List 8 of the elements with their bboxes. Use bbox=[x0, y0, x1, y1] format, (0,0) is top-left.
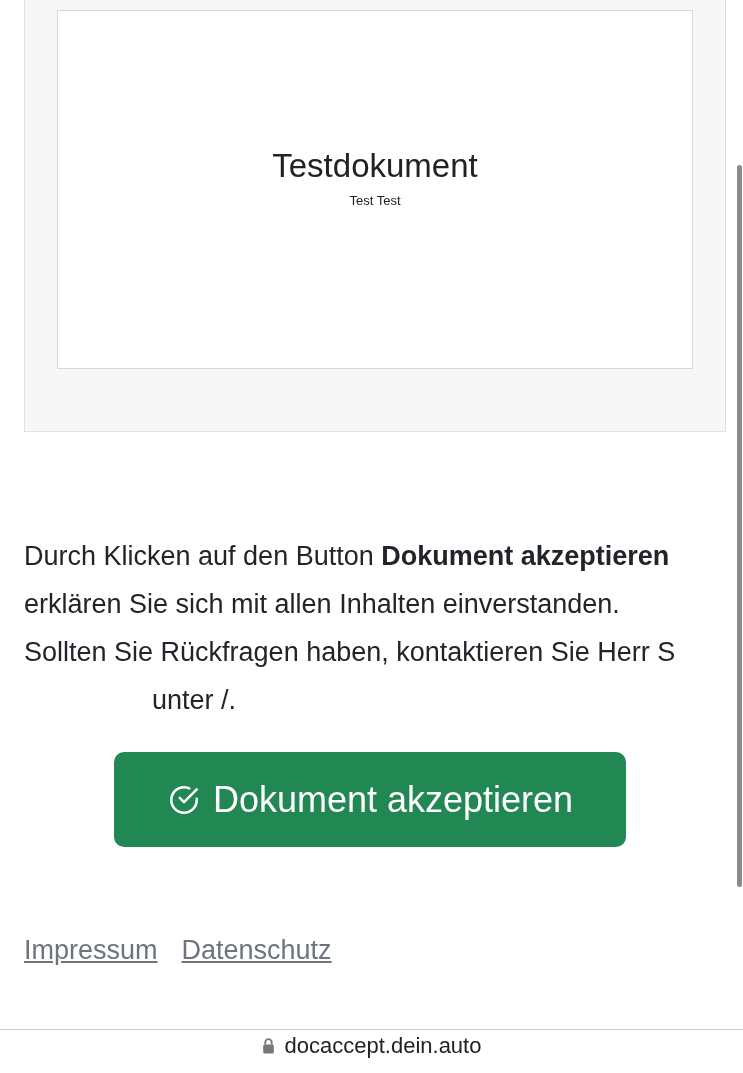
notice-text: Durch Klicken auf den Button Dokument akzeptieren erklären Sie sich mit allen Inhalten einverstanden. Sollten Sie Rückfragen haben, kontaktieren Sie Herr S unter /. bbox=[24, 540, 677, 717]
footer-link[interactable]: Datenschutz bbox=[181, 935, 332, 966]
footer-link[interactable]: Impressum bbox=[24, 935, 158, 966]
url-text: docaccept.dein.auto bbox=[284, 1032, 482, 1059]
document-subtitle: Test Test bbox=[349, 193, 401, 208]
lock-icon bbox=[261, 1037, 275, 1054]
document-title: Testdokument bbox=[272, 147, 478, 185]
accept-button[interactable]: Dokument akzeptieren bbox=[114, 752, 626, 847]
